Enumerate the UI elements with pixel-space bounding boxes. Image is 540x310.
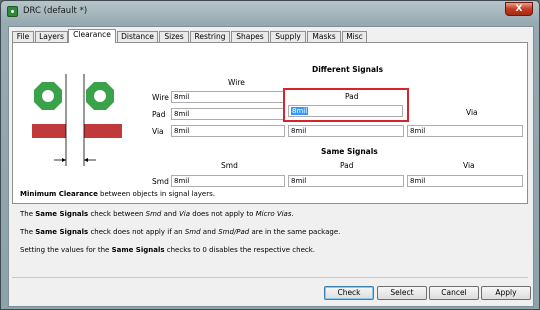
different-signals-title: Different Signals [312,65,384,74]
tab-shapes[interactable]: Shapes [231,31,269,42]
tab-supply[interactable]: Supply [270,31,306,42]
smd-smd-field[interactable]: 8mil [171,175,285,187]
info-line-zero-disables: Setting the values for the Same Signals … [20,246,316,254]
pad-right-drill [94,90,106,102]
same-signals-title: Same Signals [321,147,378,156]
close-button[interactable]: X [505,2,533,16]
col-header-wire: Wire [228,78,245,87]
window-title: DRC (default *) [23,6,88,16]
pad-left-drill [42,90,54,102]
row-label-via: Via [152,127,164,136]
smd-via-field[interactable]: 8mil [407,175,523,187]
arrowhead-right [84,158,88,162]
tab-file[interactable]: File [12,31,34,42]
wire-wire-field[interactable]: 8mil [171,91,285,103]
app-icon [7,6,18,17]
trace-right [84,124,122,138]
smd-pad-field[interactable]: 8mil [288,175,404,187]
tab-masks[interactable]: Masks [307,31,341,42]
row-label-smd: Smd [152,177,169,186]
col-header-pad-same: Pad [340,161,354,170]
row-label-wire: Wire [152,93,169,102]
trace-left [32,124,66,138]
col-header-via-same: Via [463,161,475,170]
selected-text: 8mil [291,107,309,115]
cancel-button[interactable]: Cancel [429,286,479,300]
pad-pad-field[interactable]: 8mil [288,105,403,117]
clearance-tab-panel: Different Signals Wire Pad Via Wire 8mil… [12,42,528,204]
via-via-field[interactable]: 8mil [407,125,523,137]
tab-clearance[interactable]: Clearance [68,29,116,43]
title-bar[interactable]: DRC (default *) X [1,1,539,23]
select-button[interactable]: Select [377,286,427,300]
tab-sizes[interactable]: Sizes [159,31,189,42]
row-label-pad: Pad [152,110,166,119]
tab-layers[interactable]: Layers [35,31,68,42]
col-header-smd: Smd [221,161,238,170]
col-header-via: Via [466,108,478,117]
info-line-minimum-clearance: Minimum Clearance between objects in sig… [20,190,215,198]
via-pad-field[interactable]: 8mil [288,125,404,137]
drc-dialog-window: DRC (default *) X File Layers Clearance … [0,0,540,310]
info-line-same-package: The Same Signals check does not apply if… [20,228,341,236]
tab-misc[interactable]: Misc [342,31,367,42]
button-divider [12,277,528,278]
check-button[interactable]: Check [324,286,374,300]
apply-button[interactable]: Apply [481,286,531,300]
via-wire-field[interactable]: 8mil [171,125,285,137]
arrowhead-left [62,158,66,162]
dialog-client-area: File Layers Clearance Distance Sizes Res… [8,26,534,307]
pad-wire-field[interactable]: 8mil [171,108,285,120]
info-line-micro-vias: The Same Signals check between Smd and V… [20,210,294,218]
tab-distance[interactable]: Distance [117,31,158,42]
tab-restring[interactable]: Restring [190,31,230,42]
clearance-illustration [32,74,122,166]
